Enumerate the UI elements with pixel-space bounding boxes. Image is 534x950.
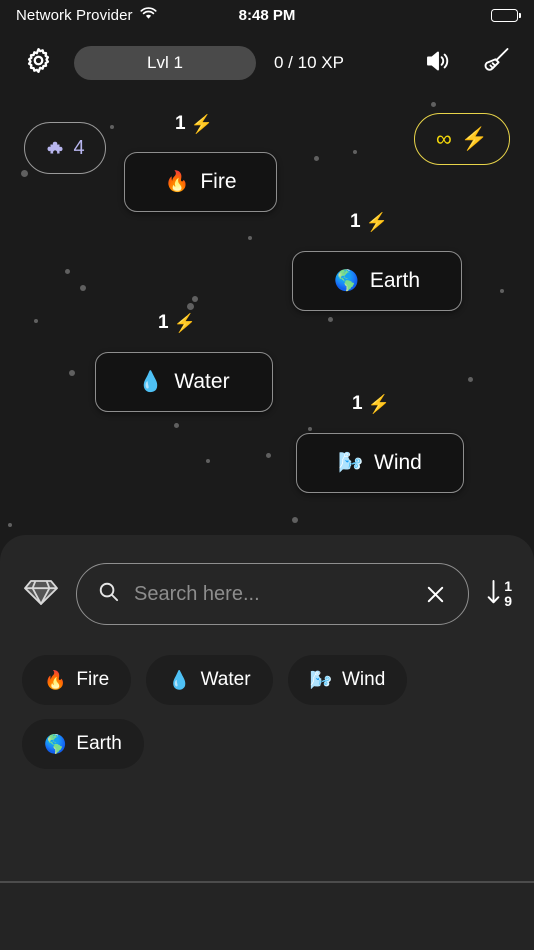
carrier-label: Network Provider [16, 6, 133, 24]
background-dot [206, 459, 210, 463]
background-dot [248, 236, 252, 240]
search-input[interactable] [134, 582, 409, 606]
background-dot [192, 296, 198, 302]
element-chip-label: Earth [76, 733, 122, 754]
wifi-icon [140, 6, 157, 24]
level-pill[interactable]: Lvl 1 [74, 46, 256, 80]
element-chip[interactable]: 🌎 Earth [22, 719, 144, 769]
broom-icon [481, 46, 511, 81]
background-dot [500, 289, 504, 293]
sort-arrow-down-icon [485, 577, 502, 612]
background-dot [327, 316, 333, 322]
node-energy-cost: 1 ⚡ [158, 312, 196, 334]
background-dot [69, 370, 75, 376]
element-chip-label: Water [200, 669, 251, 690]
close-icon[interactable] [422, 581, 448, 607]
element-emoji-icon: 🌬️ [309, 670, 332, 690]
element-emoji-icon: 💧 [168, 670, 191, 690]
lightning-bolt-icon: ⚡ [173, 312, 196, 333]
node-cost-value: 1 [350, 211, 361, 232]
game-canvas[interactable]: 4 ∞ ⚡ 1 ⚡ 🔥 Fire 1 ⚡ 🌎 Earth 1 ⚡ 💧 Water 1 ⚡ 🌬️ Wind [0, 88, 534, 535]
level-label: Lvl 1 [147, 53, 183, 72]
background-dot [173, 422, 179, 428]
xp-label: 0 / 10 XP [274, 53, 344, 72]
element-emoji-icon: 💧 [138, 371, 164, 393]
search-field[interactable] [76, 563, 470, 625]
canvas-element-card[interactable]: 💧 Water [95, 352, 273, 412]
game-toolbar: Lvl 1 0 / 10 XP [0, 38, 534, 88]
node-energy-cost: 1 ⚡ [175, 113, 213, 135]
element-label: Wind [374, 451, 422, 474]
canvas-element-card[interactable]: 🌎 Earth [292, 251, 462, 311]
node-energy-cost: 1 ⚡ [352, 393, 390, 415]
background-dot [8, 523, 12, 527]
background-dot [80, 285, 86, 291]
node-cost-value: 1 [158, 312, 169, 333]
element-emoji-icon: 🌎 [44, 734, 67, 754]
background-dot [292, 517, 298, 523]
lightning-bolt-icon: ⚡ [367, 393, 390, 414]
sort-digit-bottom: 9 [504, 593, 512, 609]
background-dot [430, 101, 436, 107]
background-dot [467, 376, 473, 382]
lightning-bolt-icon: ⚡ [460, 126, 489, 151]
element-label: Earth [369, 269, 421, 292]
background-dot [265, 452, 271, 458]
element-chip[interactable]: 💧 Water [146, 655, 273, 705]
element-label: Fire [200, 170, 237, 193]
energy-badge[interactable]: ∞ ⚡ [414, 113, 510, 165]
element-chip-label: Fire [76, 669, 110, 690]
sort-order-digits: 1 9 [504, 579, 512, 608]
element-label: Water [174, 370, 230, 393]
background-dot [110, 125, 114, 129]
background-dot [308, 427, 312, 431]
element-emoji-icon: 🌎 [333, 270, 359, 292]
status-bar-left: Network Provider [16, 7, 157, 24]
app-root: Network Provider 8:48 PM Lvl 1 0 / 10 XP… [0, 0, 534, 950]
element-emoji-icon: 🔥 [164, 171, 190, 193]
element-chip[interactable]: 🌬️ Wind [287, 655, 408, 705]
background-dot [34, 319, 38, 323]
status-bar: Network Provider 8:48 PM [0, 0, 534, 30]
element-drawer-panel: 1 9 🔥 Fire 💧 Water 🌬️ Wind 🌎 Earth [0, 535, 534, 883]
drawer-search-row: 1 9 [0, 535, 534, 625]
puzzle-piece-icon [45, 138, 66, 159]
status-bar-right [491, 8, 521, 22]
infinity-symbol: ∞ [435, 126, 452, 151]
search-icon [97, 580, 120, 608]
hint-count: 4 [73, 136, 85, 159]
speaker-on-icon [424, 48, 452, 79]
background-dot [313, 155, 319, 161]
gems-button[interactable] [22, 575, 60, 613]
sort-digit-top: 1 [504, 578, 512, 595]
hint-badge[interactable]: 4 [24, 122, 106, 174]
diamond-icon [24, 577, 58, 612]
clear-board-button[interactable] [476, 43, 516, 83]
home-indicator-area [0, 883, 534, 950]
canvas-element-card[interactable]: 🔥 Fire [124, 152, 277, 212]
element-chip-label: Wind [341, 669, 386, 690]
background-dot [64, 268, 70, 274]
background-dot [20, 169, 28, 177]
background-dot [353, 150, 357, 154]
element-chip[interactable]: 🔥 Fire [22, 655, 132, 705]
node-cost-value: 1 [175, 113, 186, 134]
sort-button[interactable]: 1 9 [485, 577, 512, 612]
element-emoji-icon: 🌬️ [338, 452, 364, 474]
settings-button[interactable] [18, 43, 58, 83]
lightning-bolt-icon: ⚡ [365, 211, 388, 232]
toolbar-right-group [418, 43, 516, 83]
element-chip-list: 🔥 Fire 💧 Water 🌬️ Wind 🌎 Earth [0, 625, 534, 769]
node-energy-cost: 1 ⚡ [350, 211, 388, 233]
sound-toggle-button[interactable] [418, 43, 458, 83]
element-emoji-icon: 🔥 [44, 670, 67, 690]
node-cost-value: 1 [352, 393, 363, 414]
lightning-bolt-icon: ⚡ [190, 113, 213, 134]
background-dot [186, 302, 194, 310]
battery-full-icon [491, 8, 521, 22]
canvas-element-card[interactable]: 🌬️ Wind [296, 433, 464, 493]
gear-icon [24, 46, 53, 80]
